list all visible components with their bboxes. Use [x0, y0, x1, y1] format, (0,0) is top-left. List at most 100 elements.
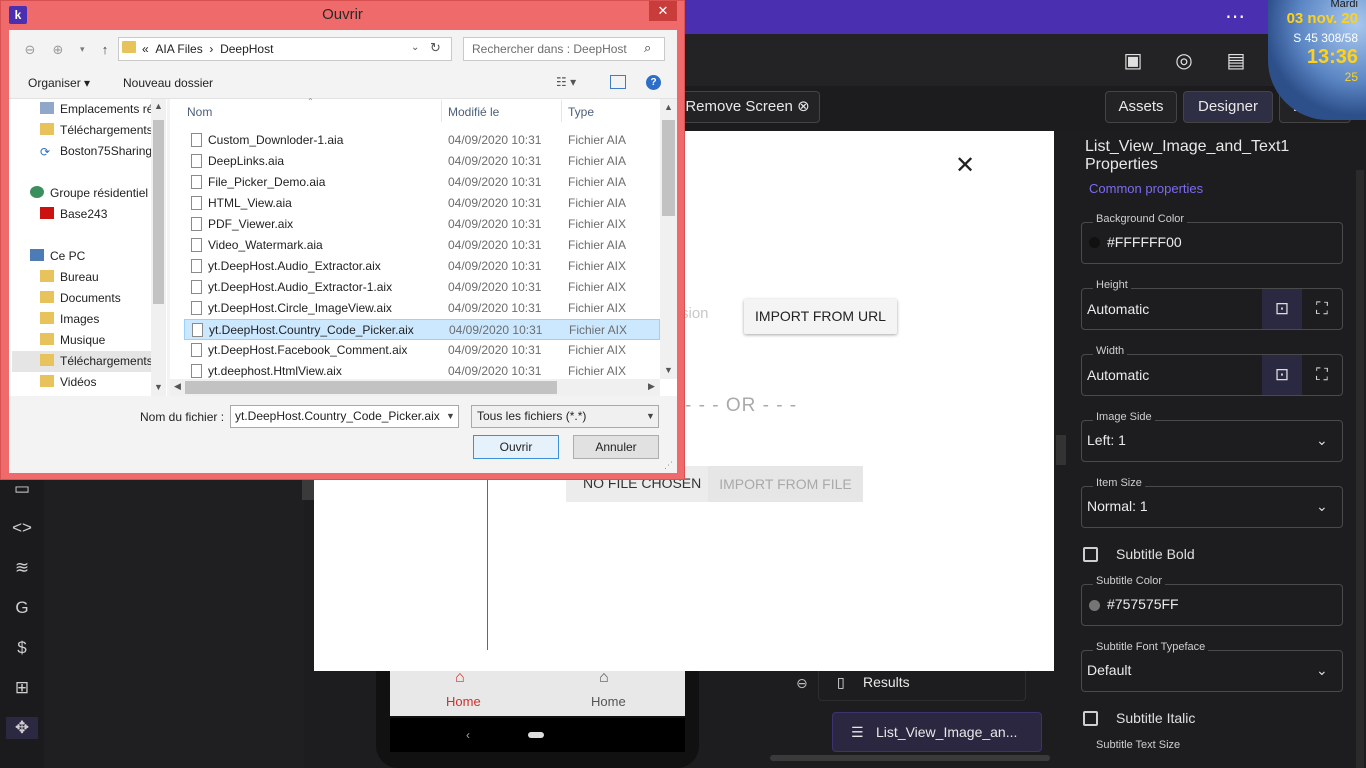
list-h-scroll-thumb[interactable]: [185, 381, 557, 394]
collapse-icon[interactable]: ⊖: [796, 675, 808, 692]
up-arrow-icon[interactable]: ↑: [95, 40, 115, 60]
fill-parent-icon[interactable]: ⛶: [1302, 355, 1342, 395]
column-header-name[interactable]: Nom: [187, 105, 212, 119]
tab-designer[interactable]: Designer: [1183, 91, 1273, 123]
tree-v-scrollbar[interactable]: [1056, 435, 1066, 465]
sync-icon: ⟳: [40, 145, 51, 159]
properties-section[interactable]: Common properties: [1089, 181, 1203, 196]
nav-item-this-pc[interactable]: Ce PC: [30, 246, 170, 267]
file-row[interactable]: Video_Watermark.aia 04/09/2020 10:31 Fichi…: [184, 235, 660, 256]
url-input[interactable]: sion: [681, 305, 709, 322]
scroll-left-icon[interactable]: ◀: [174, 381, 181, 392]
file-icon: [191, 133, 202, 147]
file-row[interactable]: yt.DeepHost.Country_Code_Picker.aix 04/09…: [184, 319, 660, 340]
new-folder-button[interactable]: Nouveau dossier: [123, 76, 213, 90]
column-separator[interactable]: [561, 100, 562, 122]
chevron-down-icon[interactable]: ▾: [80, 44, 85, 55]
preview-pane-icon[interactable]: [610, 75, 626, 89]
user-icon: [40, 207, 54, 219]
forward-arrow-icon[interactable]: ⊕: [48, 40, 68, 60]
view-options-icon[interactable]: ☷ ▾: [556, 75, 576, 89]
cancel-button[interactable]: Annuler: [573, 435, 659, 459]
tree-h-scrollbar[interactable]: [770, 755, 1050, 761]
computer-icon: [30, 249, 44, 261]
scroll-right-icon[interactable]: ▶: [648, 381, 655, 392]
file-type: Fichier AIA: [568, 133, 627, 147]
back-arrow-icon[interactable]: ⊖: [20, 40, 40, 60]
nav-item-downloads-selected[interactable]: Téléchargements: [12, 351, 152, 372]
folder-icon: [122, 41, 136, 53]
file-row[interactable]: Custom_Downloder-1.aia 04/09/2020 10:31 Fi…: [184, 130, 660, 151]
close-icon[interactable]: ✕: [649, 1, 677, 21]
file-date: 04/09/2020 10:31: [448, 259, 542, 273]
home-pill-icon[interactable]: [528, 732, 544, 738]
code-icon[interactable]: <>: [11, 517, 33, 539]
file-row[interactable]: HTML_View.aia 04/09/2020 10:31 Fichier AIA: [184, 193, 660, 214]
file-row[interactable]: DeepLinks.aia 04/09/2020 10:31 Fichier AIA: [184, 151, 660, 172]
subtitle-italic-checkbox[interactable]: [1083, 711, 1098, 726]
widgets-icon[interactable]: ⊞: [11, 677, 33, 699]
file-icon: [191, 175, 202, 189]
palette-icon[interactable]: ◎: [1171, 48, 1197, 74]
organise-menu[interactable]: Organiser ▾: [28, 76, 90, 90]
file-icon: [191, 343, 202, 357]
help-icon[interactable]: ?: [646, 75, 661, 90]
list-v-scroll-thumb[interactable]: [662, 120, 675, 216]
filetype-select[interactable]: Tous les fichiers (*.*): [471, 405, 659, 428]
back-icon[interactable]: ‹: [466, 728, 470, 742]
fit-content-icon[interactable]: ⊡: [1262, 355, 1302, 395]
file-row[interactable]: File_Picker_Demo.aia 04/09/2020 10:31 Fich…: [184, 172, 660, 193]
import-from-url-button[interactable]: IMPORT FROM URL: [744, 299, 897, 334]
column-header-modified[interactable]: Modifié le: [448, 105, 499, 119]
column-separator[interactable]: [441, 100, 442, 122]
extension-icon[interactable]: ✥: [6, 717, 38, 739]
rss-icon[interactable]: ≋: [11, 557, 33, 579]
scroll-up-icon[interactable]: ▲: [154, 101, 163, 111]
filename-input[interactable]: yt.DeepHost.Country_Code_Picker.aix: [230, 405, 459, 428]
file-row[interactable]: PDF_Viewer.aix 04/09/2020 10:31 Fichier AI…: [184, 214, 660, 235]
refresh-icon[interactable]: ↻: [430, 40, 441, 56]
remove-screen-button[interactable]: Remove Screen ⊗: [675, 91, 820, 123]
more-menu-icon[interactable]: ⋯: [1225, 4, 1246, 29]
file-icon: [191, 154, 202, 168]
file-row[interactable]: yt.DeepHost.Audio_Extractor-1.aix 04/09/2…: [184, 277, 660, 298]
filename-label: Nom du fichier :: [140, 410, 225, 424]
scroll-down-icon[interactable]: ▼: [154, 382, 163, 392]
book-icon[interactable]: ▤: [1223, 48, 1249, 74]
bottom-nav-home-active[interactable]: Home: [446, 694, 481, 709]
folder-icon: [40, 123, 54, 135]
briefcase-icon[interactable]: ▭: [11, 478, 33, 500]
resize-grip-icon[interactable]: ⋰: [664, 460, 673, 471]
dollar-icon[interactable]: $: [11, 637, 33, 659]
scroll-down-icon[interactable]: ▼: [664, 365, 673, 375]
homegroup-icon: [30, 186, 44, 198]
properties-scrollbar[interactable]: [1356, 170, 1364, 768]
close-icon[interactable]: ✕: [955, 151, 975, 180]
nav-scroll-thumb[interactable]: [153, 120, 164, 304]
fill-parent-icon[interactable]: ⛶: [1302, 289, 1342, 329]
nav-item-homegroup[interactable]: Groupe résidentiel: [30, 183, 170, 204]
open-button[interactable]: Ouvrir: [473, 435, 559, 459]
column-header-type[interactable]: Type: [568, 105, 594, 119]
bottom-nav-home[interactable]: Home: [591, 694, 626, 709]
google-icon[interactable]: G: [11, 597, 33, 619]
chevron-down-icon[interactable]: ⌄: [411, 42, 419, 53]
import-from-file-button[interactable]: IMPORT FROM FILE: [708, 466, 863, 502]
chevron-down-icon[interactable]: ▼: [446, 411, 455, 421]
folder-icon: [40, 312, 54, 324]
subtitle-bold-checkbox[interactable]: [1083, 547, 1098, 562]
fit-content-icon[interactable]: ⊡: [1262, 289, 1302, 329]
search-icon[interactable]: ⌕: [644, 40, 651, 56]
file-row[interactable]: yt.DeepHost.Audio_Extractor.aix 04/09/202…: [184, 256, 660, 277]
file-type: Fichier AIX: [568, 217, 627, 231]
folder-icon: [40, 270, 54, 282]
palette-scrollbar[interactable]: [302, 480, 314, 500]
file-row[interactable]: yt.DeepHost.Facebook_Comment.aix 04/09/20…: [184, 340, 660, 361]
tree-item-list-view-image[interactable]: ☰ List_View_Image_an...: [832, 712, 1042, 752]
tab-assets[interactable]: Assets: [1105, 91, 1177, 123]
breadcrumb[interactable]: « AIA Files › DeepHost: [142, 42, 273, 56]
scroll-up-icon[interactable]: ▲: [664, 102, 673, 112]
folder-star-icon[interactable]: ▣: [1120, 48, 1146, 74]
file-row[interactable]: yt.DeepHost.Circle_ImageView.aix 04/09/20…: [184, 298, 660, 319]
chevron-down-icon[interactable]: ▼: [646, 411, 655, 421]
